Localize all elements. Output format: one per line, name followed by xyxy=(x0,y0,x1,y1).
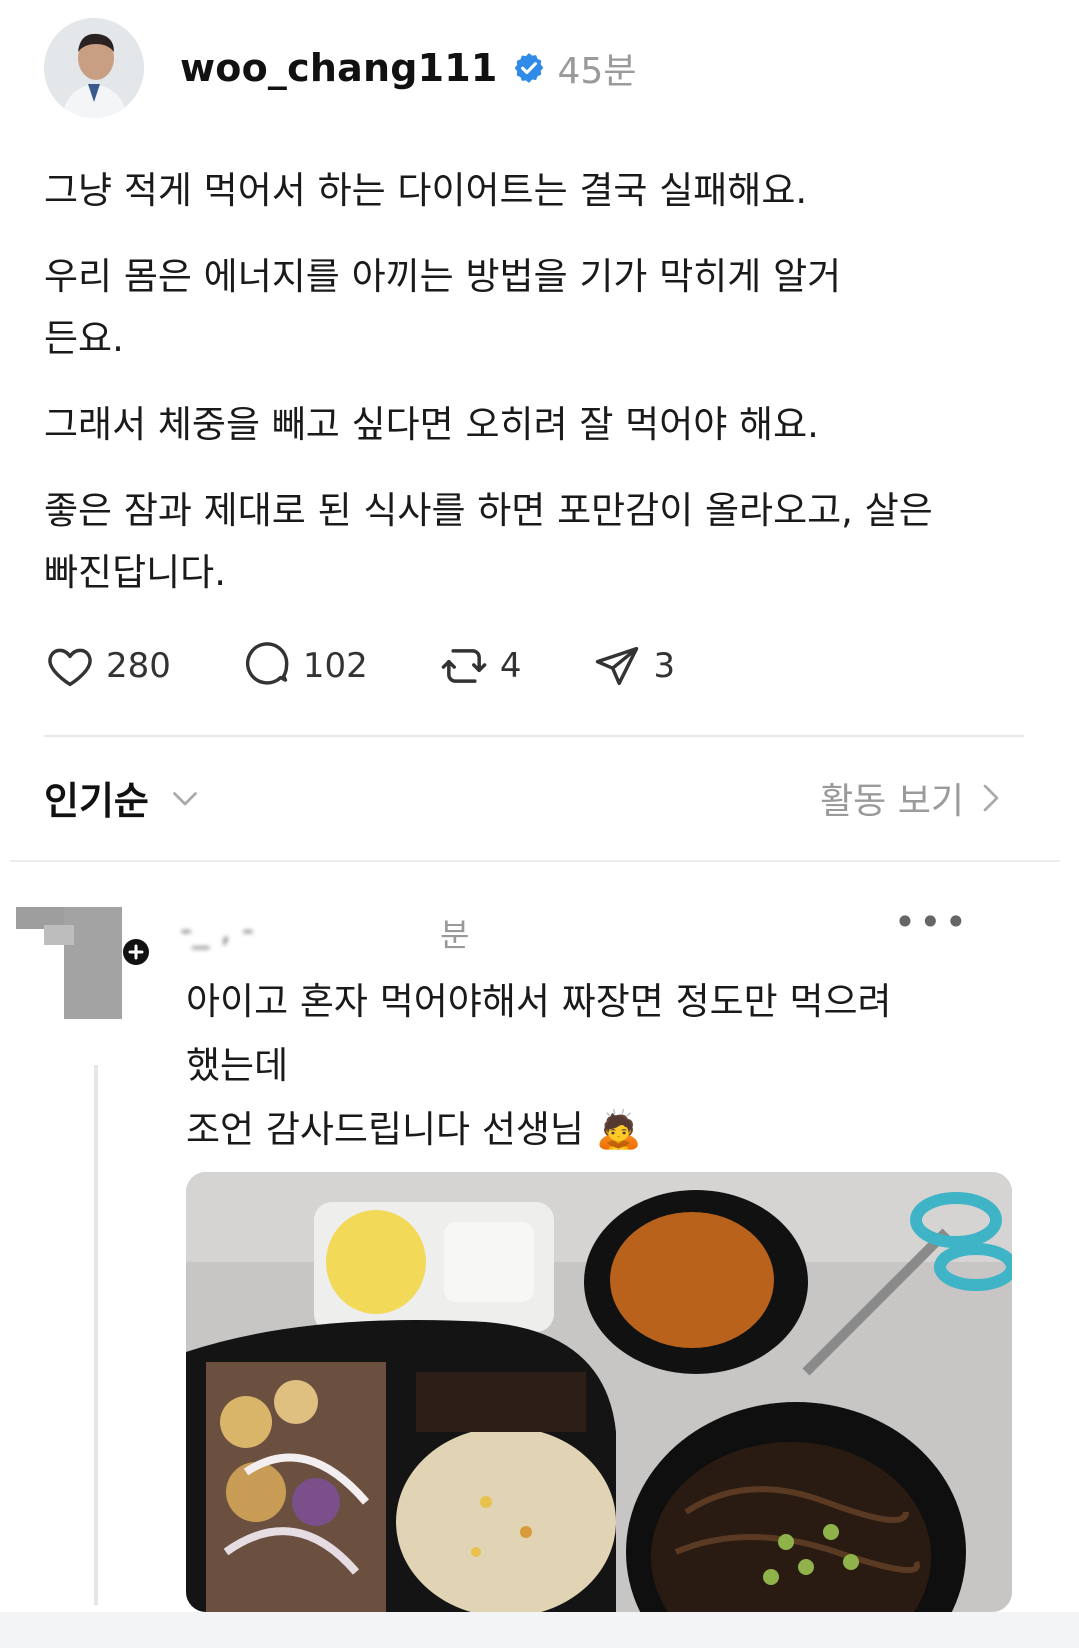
comment-line: 했는데 xyxy=(186,1044,289,1087)
comment-time: 분 xyxy=(440,916,470,954)
repost-icon xyxy=(441,649,487,683)
share-count: 3 xyxy=(653,646,676,686)
sort-row: 인기순 활동 보기 xyxy=(44,770,1006,825)
food-photo-image xyxy=(186,1172,1012,1612)
post-paragraph: 그냥 적게 먹어서 하는 다이어트는 결국 실패해요. xyxy=(44,169,808,212)
author-avatar[interactable] xyxy=(44,18,144,118)
like-button[interactable]: 280 xyxy=(44,640,171,692)
post-paragraph: 그래서 체중을 빼고 싶다면 오히려 잘 먹어야 해요. xyxy=(44,403,819,446)
repost-button[interactable]: 4 xyxy=(438,640,522,692)
sort-label: 인기순 xyxy=(44,779,149,823)
author-username[interactable]: woo_chang111 xyxy=(180,46,498,90)
chevron-down-icon xyxy=(173,791,197,805)
comment-line: 아이고 혼자 먹어야해서 짜장면 정도만 먹으려 xyxy=(186,980,892,1023)
divider xyxy=(44,735,1024,737)
comment-button[interactable]: 102 xyxy=(241,640,368,692)
repost-count: 4 xyxy=(499,646,522,686)
comment-count: 102 xyxy=(302,646,368,686)
post-header: woo_chang111 45분 xyxy=(44,18,636,118)
share-button[interactable]: 3 xyxy=(591,640,675,692)
view-activity-link[interactable]: 활동 보기 xyxy=(820,772,1006,824)
like-count: 280 xyxy=(106,646,171,686)
divider xyxy=(10,860,1060,862)
post-time: 45분 xyxy=(557,51,637,92)
post-actions: 280 102 4 3 xyxy=(44,640,745,692)
verified-badge-icon xyxy=(514,53,543,83)
more-options-icon[interactable]: ••• xyxy=(894,900,970,944)
thread-line xyxy=(94,1065,98,1605)
chevron-right-icon xyxy=(983,784,999,811)
comment-photo[interactable] xyxy=(186,1172,1012,1612)
comment-meta: -_ , - 분 ••• xyxy=(180,900,1020,960)
commenter-avatar[interactable] xyxy=(10,905,128,1023)
comment-line: 조언 감사드립니다 선생님 🙇 xyxy=(186,1108,642,1151)
author-avatar-image xyxy=(44,18,144,118)
post-paragraph: 좋은 잠과 제대로 된 식사를 하면 포만감이 올라오고, 살은 빠진답니다. xyxy=(44,489,933,594)
bottom-strip xyxy=(0,1612,1079,1648)
follow-badge-icon[interactable] xyxy=(120,936,152,968)
activity-label: 활동 보기 xyxy=(820,780,964,822)
commenter-username[interactable]: -_ , - xyxy=(180,910,254,950)
paper-plane-icon xyxy=(596,646,639,686)
post-body: 그냥 적게 먹어서 하는 다이어트는 결국 실패해요. 우리 몸은 에너지를 아… xyxy=(44,160,1034,628)
sort-dropdown[interactable]: 인기순 xyxy=(44,770,203,825)
post-paragraph: 우리 몸은 에너지를 아끼는 방법을 기가 막히게 알거든요. xyxy=(44,255,842,360)
commenter-avatar-image xyxy=(10,905,128,1023)
heart-icon xyxy=(48,648,92,687)
speech-bubble-icon xyxy=(245,642,289,685)
comment-text: 아이고 혼자 먹어야해서 짜장면 정도만 먹으려 했는데 조언 감사드립니다 선… xyxy=(186,970,1026,1162)
